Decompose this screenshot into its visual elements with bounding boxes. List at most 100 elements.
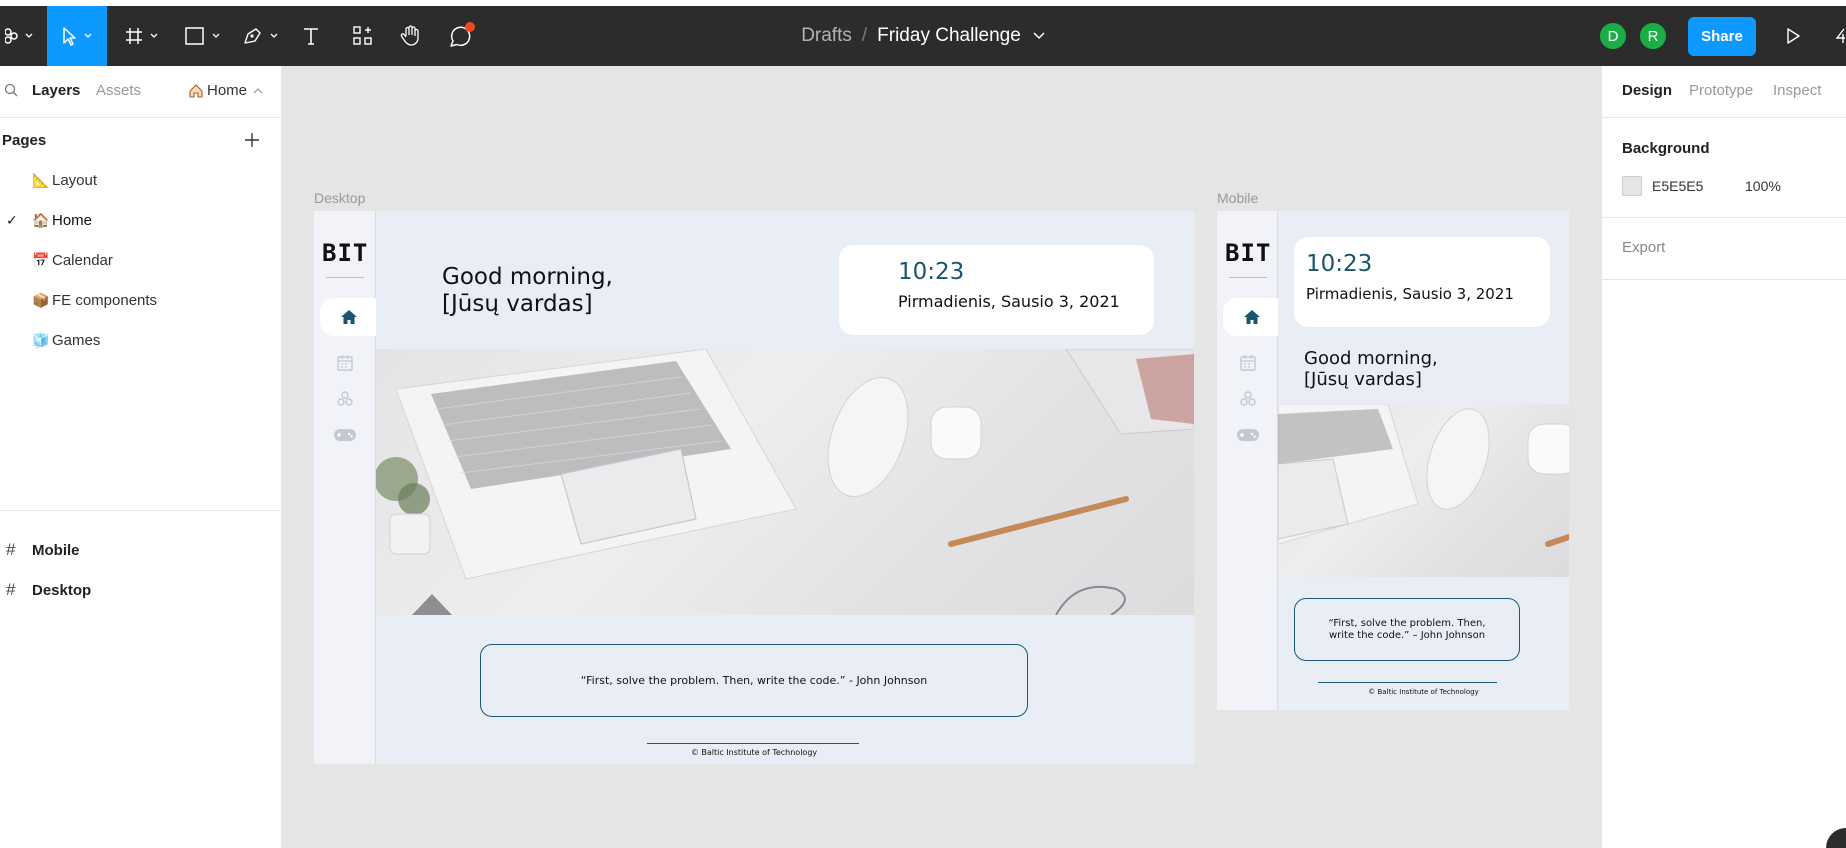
pen-tool-button[interactable]: [238, 6, 284, 66]
quote-box: “First, solve the problem. Then, write t…: [1294, 598, 1520, 661]
gamepad-icon[interactable]: [333, 428, 357, 442]
shape-tool-button[interactable]: [180, 6, 226, 66]
components-icon: [353, 26, 372, 45]
calendar-icon[interactable]: [1240, 355, 1256, 371]
breadcrumb-drafts[interactable]: Drafts: [801, 25, 852, 47]
page-item-home[interactable]: ✓ 🏠 Home: [0, 200, 281, 240]
clock-date: Pirmadienis, Sausio 3, 2021: [1306, 285, 1514, 303]
calendar-icon[interactable]: [337, 355, 353, 371]
clock-date: Pirmadienis, Sausio 3, 2021: [898, 292, 1120, 311]
figma-menu-icon: [5, 28, 33, 44]
comment-tool-button[interactable]: [446, 6, 478, 66]
desktop-frame[interactable]: BIT Good morning, [Jūsų vardas] 10:23 Pi…: [314, 211, 1194, 764]
page-item-fe-components[interactable]: 📦 FE components: [0, 280, 281, 320]
layer-item-desktop[interactable]: # Desktop: [0, 570, 281, 610]
greeting-line-2: [Jūsų vardas]: [442, 291, 593, 317]
hand-tool-button[interactable]: [396, 6, 426, 66]
house-icon: [1244, 310, 1260, 324]
hero-workspace-image: [376, 349, 1194, 615]
resources-button[interactable]: [348, 6, 378, 66]
package-icon: 📦: [32, 291, 50, 308]
search-icon[interactable]: [4, 83, 18, 101]
background-title: Background: [1622, 140, 1710, 157]
footer-copyright: © Baltic Institute of Technology: [690, 748, 818, 757]
file-name[interactable]: Friday Challenge: [877, 25, 1021, 47]
background-color-swatch[interactable]: [1622, 176, 1642, 196]
avatar[interactable]: R: [1638, 21, 1668, 51]
export-section: Export: [1602, 218, 1846, 280]
page-item-label: FE components: [52, 291, 158, 309]
house-icon: 🏠: [32, 211, 50, 228]
nav-home-active[interactable]: [1223, 298, 1278, 336]
layer-item-mobile[interactable]: # Mobile: [0, 530, 281, 570]
current-page-dropdown[interactable]: Home: [188, 82, 263, 99]
frame-label-mobile[interactable]: Mobile: [1217, 190, 1258, 206]
page-item-games[interactable]: 🧊 Games: [0, 320, 281, 360]
page-item-calendar[interactable]: 📅 Calendar: [0, 240, 281, 280]
mobile-frame[interactable]: BIT 10:23 Pirmadienis, Sausio 3, 2021 Go…: [1217, 211, 1569, 710]
tab-prototype[interactable]: Prototype: [1689, 82, 1753, 99]
hand-icon: [400, 25, 419, 46]
tab-inspect[interactable]: Inspect: [1773, 82, 1821, 99]
clock-card: 10:23 Pirmadienis, Sausio 3, 2021: [839, 245, 1154, 335]
clock-card: 10:23 Pirmadienis, Sausio 3, 2021: [1294, 237, 1550, 327]
pen-icon: [244, 28, 278, 44]
canvas[interactable]: Desktop BIT Good morning, [Jūsų vardas] …: [282, 66, 1601, 848]
pages-header: Pages: [2, 132, 47, 149]
present-button[interactable]: [1778, 6, 1808, 66]
gamepad-icon[interactable]: [1236, 428, 1260, 442]
add-page-button[interactable]: [242, 130, 262, 150]
mobile-sidebar: BIT: [1217, 211, 1278, 710]
frame-hash-icon: #: [6, 580, 16, 599]
share-button[interactable]: Share: [1688, 17, 1756, 56]
page-item-label: Calendar: [52, 251, 113, 269]
zoom-menu-button[interactable]: [1834, 6, 1846, 66]
background-opacity-input[interactable]: 100%: [1745, 178, 1781, 194]
frame-label-desktop[interactable]: Desktop: [314, 190, 365, 206]
tab-design[interactable]: Design: [1622, 82, 1672, 99]
bit-logo: BIT: [322, 239, 369, 267]
page-item-label: Games: [52, 331, 101, 349]
page-item-label: Home: [52, 211, 93, 229]
tab-assets[interactable]: Assets: [96, 82, 141, 99]
chevron-up-icon: [253, 87, 263, 93]
workspace-illustration: [376, 349, 1194, 615]
file-menu-chevron-icon[interactable]: [1033, 32, 1045, 40]
zoom-digit-icon: [1835, 28, 1845, 43]
frame-hash-icon: #: [6, 540, 16, 559]
hero-workspace-image: [1278, 404, 1569, 577]
background-hex-input[interactable]: E5E5E5: [1652, 178, 1703, 194]
layers-panel: Layers Assets Home Pages 📐 Layout ✓ 🏠 Ho…: [0, 66, 282, 848]
export-title[interactable]: Export: [1622, 239, 1665, 256]
page-item-layout[interactable]: 📐 Layout: [0, 160, 281, 200]
footer-divider: [647, 743, 859, 744]
layer-item-label: Mobile: [32, 541, 80, 559]
logo-divider: [326, 277, 364, 278]
background-section: Background E5E5E5 100%: [1602, 118, 1846, 218]
clock-time: 10:23: [898, 259, 965, 285]
house-icon: [189, 83, 203, 98]
nav-home-active[interactable]: [320, 298, 376, 336]
rectangle-icon: [185, 27, 220, 45]
breadcrumb-separator: /: [861, 25, 868, 46]
avatar[interactable]: D: [1598, 21, 1628, 51]
ruler-icon: 📐: [32, 171, 50, 188]
main-menu-button[interactable]: [0, 6, 40, 66]
footer-copyright: © Baltic Institute of Technology: [1368, 688, 1479, 696]
page-item-label: Layout: [52, 171, 98, 189]
current-page-label: Home: [207, 82, 248, 99]
frame-tool-button[interactable]: [120, 6, 166, 66]
design-panel: Design Prototype Inspect Background E5E5…: [1601, 66, 1846, 848]
notification-dot: [465, 22, 475, 32]
desktop-sidebar: BIT: [314, 211, 376, 764]
house-icon: [341, 310, 357, 324]
clock-time: 10:23: [1306, 251, 1373, 277]
components-icon[interactable]: [337, 391, 353, 407]
panel-divider: [0, 510, 281, 511]
toolbar: Drafts / Friday Challenge D R Share: [0, 6, 1846, 66]
move-tool-button[interactable]: [47, 6, 107, 66]
tab-layers[interactable]: Layers: [32, 82, 80, 99]
components-icon[interactable]: [1240, 391, 1256, 407]
text-tool-button[interactable]: [296, 6, 326, 66]
text-icon: [304, 28, 318, 45]
